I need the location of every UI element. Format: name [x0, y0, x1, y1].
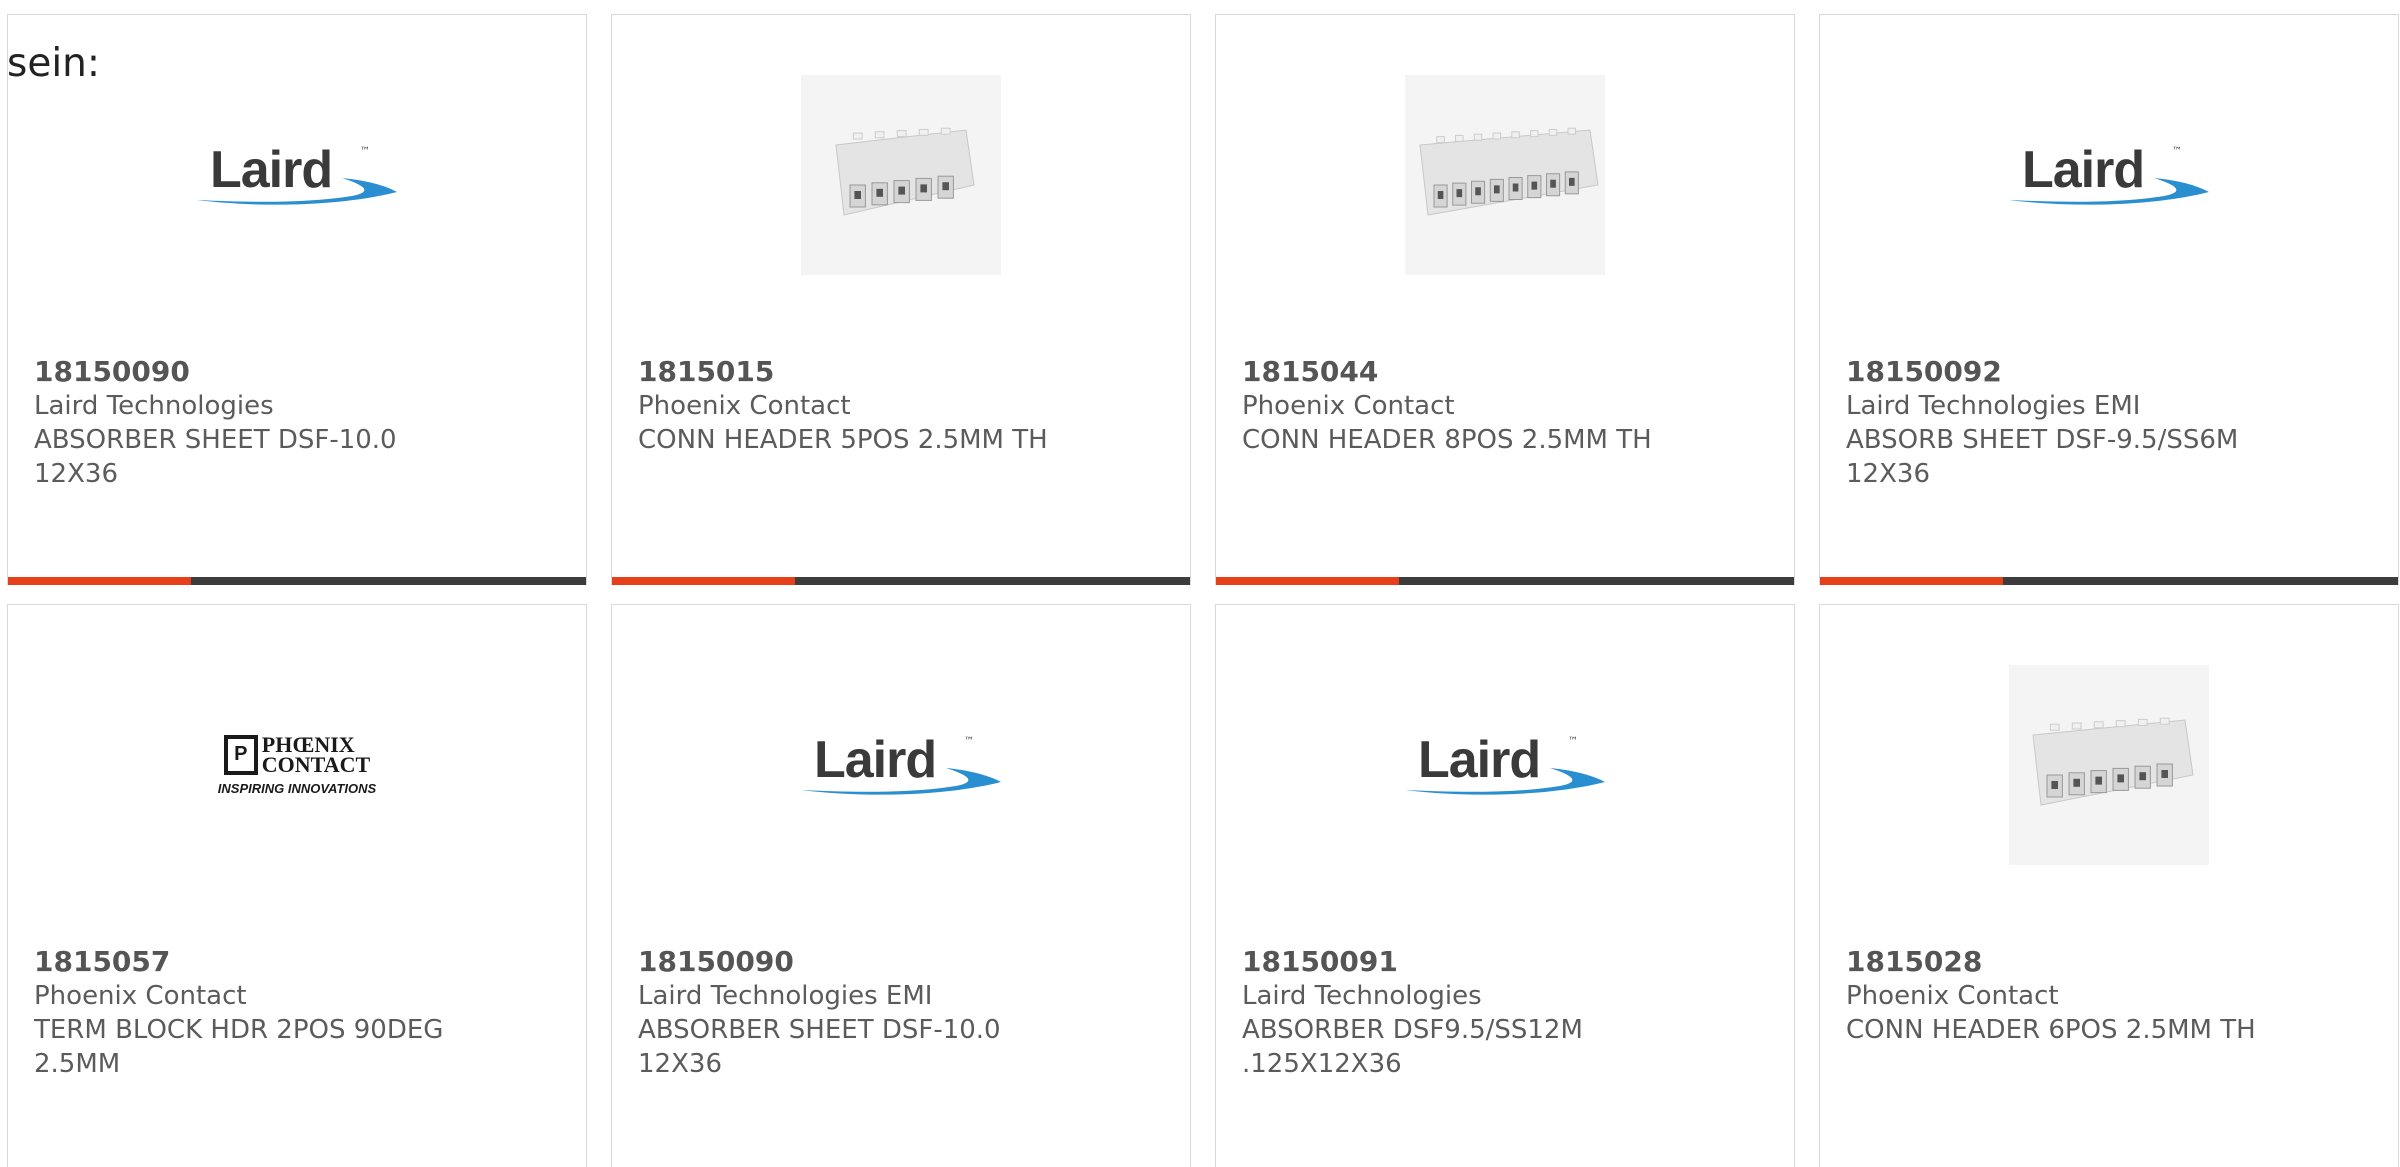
phoenix-logo-top: P PHŒNIX CONTACT [192, 733, 402, 777]
phoenix-logo-tagline: INSPIRING INNOVATIONS [217, 780, 377, 796]
card-accent-bar [1216, 577, 1794, 585]
product-description: ABSORBER DSF9.5/SS12M .125X12X36 [1242, 1015, 1583, 1079]
phoenix-mark-icon: P [223, 734, 258, 775]
manufacturer-name: Laird Technologies EMI [1846, 391, 2141, 421]
product-card[interactable]: Laird ™ 18150091 Laird Technologies ABSORBER… [1215, 604, 1795, 1167]
phoenix-logo-names: PHŒNIX CONTACT [261, 733, 371, 777]
manufacturer-name: Phoenix Contact [1242, 391, 1455, 421]
dark-segment [2003, 577, 2398, 585]
product-info: 1815028 Phoenix Contact CONN HEADER 6POS 2… [1846, 945, 2372, 1047]
laird-swoosh-icon [2009, 178, 2209, 205]
product-card[interactable]: 1815015 Phoenix Contact CONN HEADER 5POS 2… [611, 14, 1191, 585]
part-number[interactable]: 1815015 [638, 355, 1164, 389]
phoenix-contact-logo: P PHŒNIX CONTACT INSPIRING INNOVATIONS [192, 733, 402, 796]
product-grid: Laird ™ 18150090 Laird Technologies ABSORBER… [7, 14, 2399, 1167]
product-description: ABSORB SHEET DSF-9.5/SS6M 12X36 [1846, 425, 2239, 489]
phoenix-logo-line2: CONTACT [261, 751, 371, 777]
product-card[interactable]: P PHŒNIX CONTACT INSPIRING INNOVATIONS 18150… [7, 604, 587, 1167]
connector-photo-icon [1405, 75, 1605, 275]
dark-segment [795, 577, 1190, 585]
product-info: 18150090 Laird Technologies EMI ABSORBER S… [638, 945, 1164, 1081]
laird-swoosh-icon [801, 768, 1001, 795]
laird-swoosh-icon [197, 178, 397, 205]
product-description: TERM BLOCK HDR 2POS 90DEG 2.5MM [34, 1015, 444, 1079]
dark-segment [1399, 577, 1794, 585]
laird-logo: Laird ™ [2004, 140, 2214, 210]
part-number[interactable]: 1815044 [1242, 355, 1768, 389]
laird-logo-trademark: ™ [964, 736, 974, 747]
product-description: ABSORBER SHEET DSF-10.0 12X36 [34, 425, 397, 489]
laird-logo-trademark: ™ [1568, 736, 1578, 747]
product-description: CONN HEADER 6POS 2.5MM TH [1846, 1015, 2256, 1045]
product-card[interactable]: Laird ™ 18150090 Laird Technologies ABSORBER… [7, 14, 587, 585]
product-card[interactable]: Laird ™ 18150092 Laird Technologies EMI ABSO… [1819, 14, 2399, 585]
connector-photo-icon [801, 75, 1001, 275]
product-info: 18150091 Laird Technologies ABSORBER DSF9.… [1242, 945, 1768, 1081]
part-number[interactable]: 18150092 [1846, 355, 2372, 389]
product-card[interactable]: 1815028 Phoenix Contact CONN HEADER 6POS 2… [1819, 604, 2399, 1167]
manufacturer-name: Phoenix Contact [1846, 981, 2059, 1011]
card-accent-bar [1820, 577, 2398, 585]
part-number[interactable]: 1815028 [1846, 945, 2372, 979]
product-image[interactable]: Laird ™ [1820, 75, 2398, 275]
product-description: ABSORBER SHEET DSF-10.0 12X36 [638, 1015, 1001, 1079]
part-number[interactable]: 18150090 [638, 945, 1164, 979]
manufacturer-name: Laird Technologies EMI [638, 981, 933, 1011]
laird-logo-trademark: ™ [2172, 146, 2182, 157]
laird-swoosh-icon [1405, 768, 1605, 795]
accent-segment [612, 577, 795, 585]
product-info: 1815044 Phoenix Contact CONN HEADER 8POS 2… [1242, 355, 1768, 457]
product-image[interactable]: Laird ™ [612, 665, 1190, 865]
connector-photo-icon [2009, 665, 2209, 865]
part-number[interactable]: 18150090 [34, 355, 560, 389]
laird-logo: Laird ™ [192, 140, 402, 210]
laird-logo: Laird ™ [1400, 730, 1610, 800]
dark-segment [191, 577, 586, 585]
part-number[interactable]: 18150091 [1242, 945, 1768, 979]
product-card[interactable]: 1815044 Phoenix Contact CONN HEADER 8POS 2… [1215, 14, 1795, 585]
product-info: 18150090 Laird Technologies ABSORBER SHEET… [34, 355, 560, 491]
product-image[interactable]: Laird ™ [1216, 665, 1794, 865]
product-info: 18150092 Laird Technologies EMI ABSORB SHE… [1846, 355, 2372, 491]
product-description: CONN HEADER 8POS 2.5MM TH [1242, 425, 1652, 455]
card-accent-bar [612, 577, 1190, 585]
manufacturer-name: Laird Technologies [34, 391, 274, 421]
product-info: 1815015 Phoenix Contact CONN HEADER 5POS 2… [638, 355, 1164, 457]
manufacturer-name: Laird Technologies [1242, 981, 1482, 1011]
laird-logo: Laird ™ [796, 730, 1006, 800]
laird-logo-trademark: ™ [360, 146, 370, 157]
product-image[interactable]: P PHŒNIX CONTACT INSPIRING INNOVATIONS [8, 665, 586, 865]
product-image[interactable] [1216, 75, 1794, 275]
product-description: CONN HEADER 5POS 2.5MM TH [638, 425, 1048, 455]
product-info: 1815057 Phoenix Contact TERM BLOCK HDR 2PO… [34, 945, 560, 1081]
manufacturer-name: Phoenix Contact [34, 981, 247, 1011]
accent-segment [8, 577, 191, 585]
accent-segment [1820, 577, 2003, 585]
part-number[interactable]: 1815057 [34, 945, 560, 979]
card-accent-bar [8, 577, 586, 585]
product-image[interactable]: Laird ™ [8, 75, 586, 275]
intro-text: sein: [7, 41, 101, 86]
product-card[interactable]: Laird ™ 18150090 Laird Technologies EMI ABSO… [611, 604, 1191, 1167]
product-grid-page: sein: Laird ™ 18150090 Laird Technologies AB… [0, 0, 2400, 1167]
manufacturer-name: Phoenix Contact [638, 391, 851, 421]
accent-segment [1216, 577, 1399, 585]
product-image[interactable] [1820, 665, 2398, 865]
product-image[interactable] [612, 75, 1190, 275]
